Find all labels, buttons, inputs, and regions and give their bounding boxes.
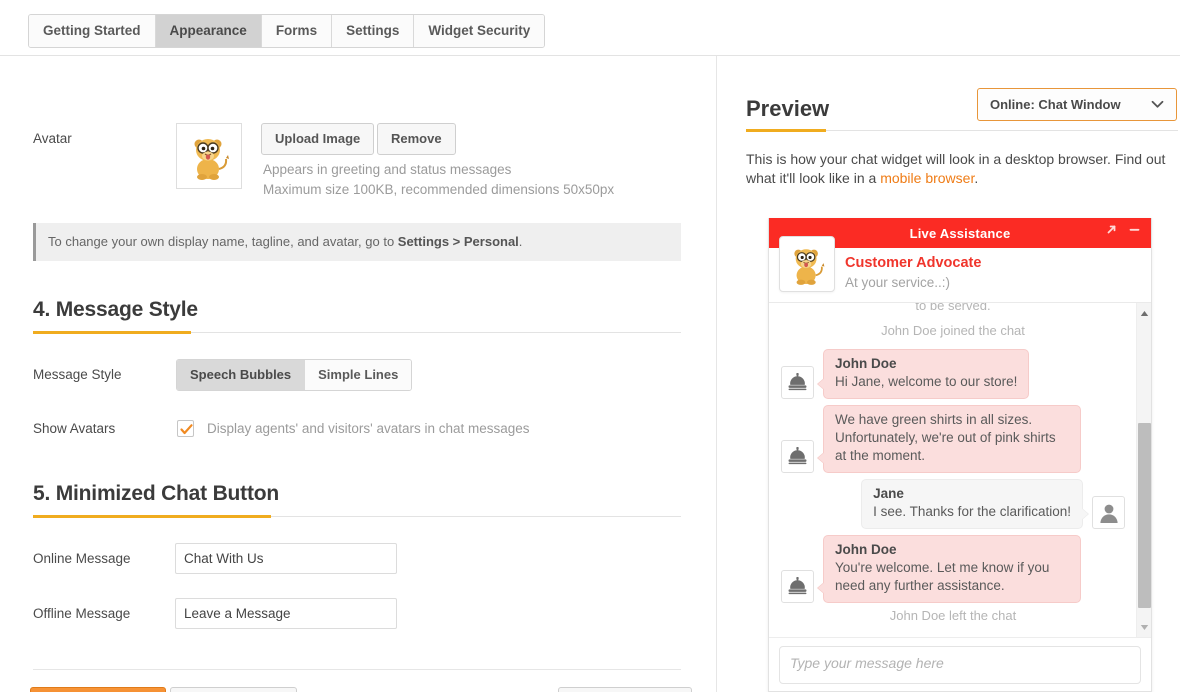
tab-settings[interactable]: Settings [332,15,415,47]
panel-divider [716,56,717,692]
service-bell-icon [781,440,814,473]
preview-mode-value: Online: Chat Window [990,97,1121,112]
actions-divider [33,669,681,670]
chat-message-visitor: Jane I see. Thanks for the clarification! [773,479,1133,529]
offline-message-label: Offline Message [33,606,131,621]
tab-widget-security[interactable]: Widget Security [414,15,545,47]
remove-avatar-button[interactable]: Remove [377,123,456,155]
chat-system-message: John Doe joined the chat [881,323,1025,338]
minimized-chat-button-heading: 5. Minimized Chat Button [33,482,280,505]
avatar-hint-line-1: Appears in greeting and status messages [263,162,512,177]
preview-panel: Preview Online: Chat Window This is how … [718,56,1180,692]
info-text-before: To change your own display name, tagline… [48,234,398,249]
tab-appearance[interactable]: Appearance [155,15,262,47]
tab-bar-container: Getting Started Appearance Forms Settings Wi… [0,0,1180,56]
info-text-bold: Settings > Personal [397,234,519,249]
reset-to-defaults-button[interactable]: Reset to Defaults [558,687,693,692]
avatar-hint-line-2: Maximum size 100KB, recommended dimensio… [263,182,615,197]
chat-widget-preview: Live Assistance Customer Advocate At you… [768,218,1152,692]
scroll-up-arrow-icon[interactable] [1137,305,1151,321]
chat-message-text: We have green shirts in all sizes. Unfor… [835,412,1056,463]
lion-avatar-icon [794,249,825,285]
chat-message-agent: John Doe You're welcome. Let me know if y… [773,535,1133,603]
revert-changes-button[interactable]: Revert Changes [170,687,297,692]
chat-message-text: Hi Jane, welcome to our store! [835,374,1018,389]
settings-left-panel: Avatar Upload Image Remove Appears in gr… [0,56,717,692]
chat-bubble: We have green shirts in all sizes. Unfor… [817,405,1081,473]
chat-widget-header-icons [1105,223,1141,236]
chevron-down-icon [1151,100,1164,108]
chat-message-agent: John Doe Hi Jane, welcome to our store! [773,349,1133,399]
chat-widget-title: Live Assistance [909,225,1011,241]
chat-message-agent: We have green shirts in all sizes. Unfor… [773,405,1133,473]
show-avatars-label: Show Avatars [33,421,116,436]
chat-widget-footer [769,637,1151,691]
expand-arrow-icon[interactable] [1105,223,1118,236]
avatar-label: Avatar [33,131,72,146]
minimize-icon[interactable] [1128,223,1141,236]
chat-bubble: Jane I see. Thanks for the clarification! [861,479,1089,529]
chat-scrollbar-thumb[interactable] [1138,423,1151,608]
message-style-rule-accent [33,331,191,334]
personal-settings-info-box: To change your own display name, tagline… [33,223,681,261]
tab-forms[interactable]: Forms [261,15,333,47]
chat-message-sender: John Doe [835,542,897,557]
save-changes-button[interactable]: Save Changes [30,687,166,692]
chat-message-sender: Jane [873,486,904,501]
tab-getting-started[interactable]: Getting Started [29,15,156,47]
message-style-heading: 4. Message Style [33,298,198,321]
mobile-browser-link[interactable]: mobile browser [880,170,974,186]
chat-bubble: John Doe Hi Jane, welcome to our store! [816,349,1030,399]
appearance-settings-page: Getting Started Appearance Forms Settings Wi… [0,0,1180,692]
chat-widget-agent-avatar [779,236,835,292]
message-style-option-simple-lines[interactable]: Simple Lines [305,360,412,390]
chat-system-message: John Doe left the chat [889,608,1017,623]
chat-widget-agent-name: Customer Advocate [845,255,982,271]
scroll-down-arrow-icon[interactable] [1137,619,1151,635]
upload-image-button[interactable]: Upload Image [261,123,375,155]
message-style-field-label: Message Style [33,367,122,382]
preview-description: This is how your chat widget will look i… [746,150,1180,188]
online-message-label: Online Message [33,551,131,566]
minimized-rule-accent [33,515,271,518]
info-text-after: . [518,234,523,249]
save-changes-label: Save Changes [63,688,152,692]
preview-rule-accent [746,129,826,132]
show-avatars-description: Display agents' and visitors' avatars in… [207,421,530,436]
chat-message-text: I see. Thanks for the clarification! [873,504,1071,519]
checkmark-icon [180,424,193,435]
preview-desc-after: . [974,170,979,186]
preview-title: Preview [746,96,830,121]
tab-bar: Getting Started Appearance Forms Settings Wi… [28,14,546,48]
chat-bubble: John Doe You're welcome. Let me know if y… [817,535,1081,603]
chat-message-list: to be served. John Doe joined the chat Joh… [769,303,1137,637]
chat-widget-agent-tagline: At your service..:) [845,275,951,290]
message-style-segmented-control: Speech Bubbles Simple Lines [176,359,413,391]
preview-mode-select[interactable]: Online: Chat Window [977,88,1177,121]
chat-message-sender: John Doe [835,356,897,371]
service-bell-icon [781,366,814,399]
chat-message-text: You're welcome. Let me know if you need … [835,560,1050,593]
lion-avatar-icon [194,139,229,180]
avatar-preview-box [176,123,242,189]
offline-message-input[interactable] [175,598,397,629]
chat-system-message: to be served. [915,303,991,313]
chat-scrollbar[interactable] [1136,303,1151,637]
show-avatars-checkbox[interactable] [177,420,194,437]
chat-widget-message-area: to be served. John Doe joined the chat Joh… [769,303,1151,637]
chat-message-input[interactable] [779,646,1141,684]
message-style-option-speech-bubbles[interactable]: Speech Bubbles [177,360,306,390]
person-icon [1092,496,1125,529]
service-bell-icon [781,570,814,603]
chat-widget-agent-bar: Customer Advocate At your service..:) [769,236,1151,303]
online-message-input[interactable] [175,543,397,574]
